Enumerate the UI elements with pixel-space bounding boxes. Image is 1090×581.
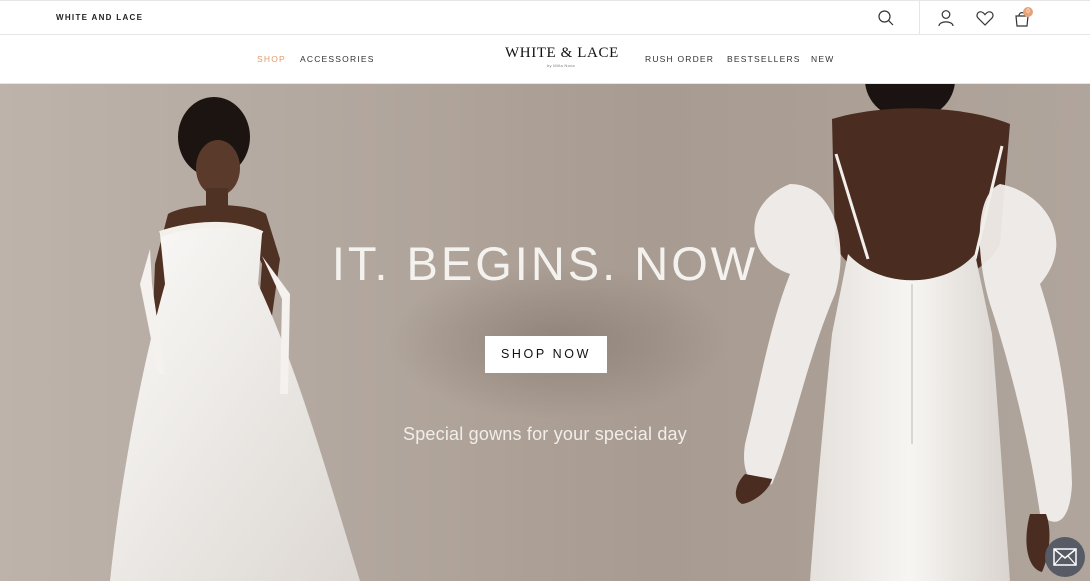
cart-count-badge: 0 bbox=[1023, 7, 1033, 17]
hero-banner: IT. BEGINS. NOW SHOP NOW Special gowns f… bbox=[0, 84, 1090, 581]
logo-text: WHITE & LACE bbox=[505, 45, 619, 61]
hero-subtitle: Special gowns for your special day bbox=[403, 424, 687, 444]
nav-link-accessories[interactable]: ACCESSORIES bbox=[300, 54, 375, 64]
nav-link-bestsellers[interactable]: BESTSELLERS bbox=[727, 54, 801, 64]
left-model-figure bbox=[110, 97, 360, 581]
nav-link-shop[interactable]: SHOP bbox=[257, 54, 286, 64]
topbar-divider bbox=[919, 1, 920, 35]
logo-subtext: by Milla Nova bbox=[547, 63, 575, 68]
right-model-figure bbox=[735, 84, 1072, 581]
hero-title: IT. BEGINS. NOW bbox=[331, 237, 759, 290]
site-logo[interactable]: WHITE & LACE by Milla Nova bbox=[505, 45, 619, 68]
hero-photo bbox=[110, 84, 1072, 581]
shop-now-button[interactable]: SHOP NOW bbox=[485, 336, 607, 373]
heart-icon[interactable] bbox=[975, 8, 995, 28]
mail-icon[interactable] bbox=[1045, 537, 1085, 577]
main-navigation: SHOP ACCESSORIES WHITE & LACE by Milla N… bbox=[0, 35, 1090, 84]
account-icon[interactable] bbox=[936, 8, 956, 28]
search-icon[interactable] bbox=[876, 8, 896, 28]
nav-link-rush-order[interactable]: RUSH ORDER bbox=[645, 54, 714, 64]
top-brand-name[interactable]: WHITE AND LACE bbox=[56, 13, 143, 22]
nav-link-new[interactable]: NEW bbox=[811, 54, 834, 64]
top-utility-bar: WHITE AND LACE 0 bbox=[0, 0, 1090, 35]
